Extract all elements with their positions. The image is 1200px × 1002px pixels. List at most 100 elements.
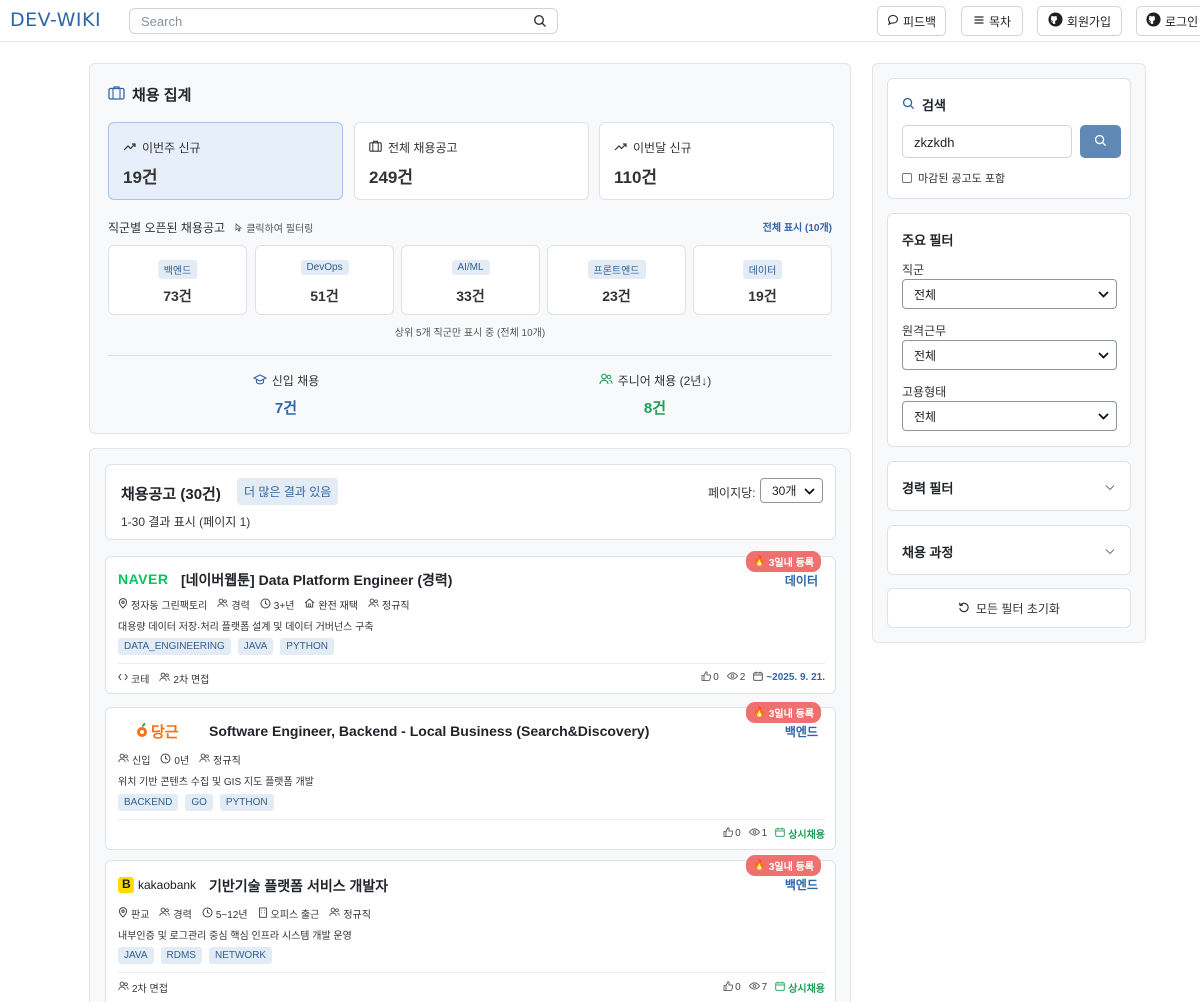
hot-badge-text: 3일내 등록 <box>768 558 814 569</box>
likes[interactable]: 0 <box>701 671 719 684</box>
job-group-card-backend[interactable]: 백엔드 73건 <box>108 245 247 315</box>
search-title: 검색 <box>902 95 946 114</box>
top-groups-note: 상위 5개 직군만 표시 중 (전체 10개) <box>394 328 546 339</box>
stat-card-weekly-new[interactable]: 이번주 신규 19건 <box>108 122 343 200</box>
process-filter-toggle[interactable]: 채용 과정 <box>887 525 1131 575</box>
job-group-badge: 프론트엔드 <box>587 260 646 279</box>
filter-hint-text: 클릭하여 필터링 <box>246 224 314 235</box>
views-count: 7 <box>761 982 768 993</box>
newbie-hiring-stat: 신입 채용 7건 <box>186 372 386 418</box>
chevron-down-icon <box>1098 287 1109 301</box>
tag[interactable]: DATA_ENGINEERING <box>118 638 231 655</box>
job-group-select[interactable]: 전체 <box>902 279 1117 309</box>
select-value: 전체 <box>914 348 937 363</box>
signup-label: 회원가입 <box>1066 14 1112 29</box>
chevron-down-icon <box>1098 409 1109 423</box>
hot-badge: 🔥 3일내 등록 <box>746 855 821 876</box>
include-closed-checkbox[interactable]: 마감된 공고도 포함 <box>902 170 1005 186</box>
sidebar-search-input[interactable]: zkzkdh <box>902 125 1072 158</box>
tag[interactable]: RDMS <box>160 947 202 964</box>
tag[interactable]: PYTHON <box>280 638 334 655</box>
stat-card-monthly-new[interactable]: 이번달 신규 110건 <box>599 122 834 200</box>
clock-icon <box>160 753 171 767</box>
users-icon <box>217 598 228 611</box>
feedback-button[interactable]: 피드백 <box>877 6 946 36</box>
tag[interactable]: NETWORK <box>208 947 273 964</box>
graduation-cap-icon <box>252 373 267 388</box>
job-stats: 0 1 상시채용 <box>723 826 825 841</box>
newbie-hiring-value: 7건 <box>274 400 298 417</box>
feedback-label: 피드백 <box>902 14 937 29</box>
divider <box>108 355 832 356</box>
thumbs-up-icon <box>723 827 734 840</box>
years-meta: 0년 <box>160 752 189 767</box>
main-filters-title: 주요 필터 <box>902 233 954 248</box>
search-box: 검색 zkzkdh 마감된 공고도 포함 <box>887 78 1131 199</box>
briefcase-icon <box>108 85 125 104</box>
login-button[interactable]: 로그인 <box>1136 6 1200 36</box>
likes[interactable]: 0 <box>723 981 741 994</box>
kakaobank-icon: B <box>118 877 134 893</box>
job-title[interactable]: [네이버웹툰] Data Platform Engineer (경력) <box>181 570 452 590</box>
company-logo-kakaobank: B kakaobank <box>118 877 196 893</box>
job-description: 대용량 데이터 저장·처리 플랫폼 설계 및 데이터 거버넌스 구축 <box>118 622 374 633</box>
global-search[interactable] <box>129 8 558 34</box>
tag[interactable]: BACKEND <box>118 794 179 811</box>
reset-filters-button[interactable]: 모든 필터 초기화 <box>887 588 1131 628</box>
job-title[interactable]: Software Engineer, Backend - Local Busin… <box>209 723 649 739</box>
coding-test-text: 코테 <box>131 675 150 686</box>
level-meta: 신입 <box>118 752 150 767</box>
results-range: 1-30 결과 표시 (페이지 1) <box>121 515 251 529</box>
company-logo-naver: NAVER <box>118 571 169 587</box>
job-group-count: 73건 <box>163 288 192 304</box>
eye-icon <box>748 828 760 839</box>
likes[interactable]: 0 <box>723 827 741 840</box>
site-logo[interactable]: DEV-WIKI <box>10 9 101 31</box>
toc-button[interactable]: 목차 <box>961 6 1023 36</box>
tag[interactable]: JAVA <box>237 638 274 655</box>
junior-hiring-value: 8건 <box>643 400 667 417</box>
job-title[interactable]: 기반기술 플랫폼 서비스 개발자 <box>209 876 388 896</box>
job-card[interactable]: 🔥 3일내 등록 B kakaobank 기반기술 플랫폼 서비스 개발자 백엔드… <box>105 855 836 1002</box>
github-icon <box>1146 12 1161 30</box>
job-group-card-ai-ml[interactable]: AI/ML 33건 <box>401 245 540 315</box>
years-meta: 5~12년 <box>202 906 248 921</box>
fire-icon: 🔥 <box>753 860 766 871</box>
remote-select[interactable]: 전체 <box>902 340 1117 370</box>
checkbox-icon[interactable] <box>902 173 912 183</box>
users-icon <box>118 753 129 766</box>
users-icon <box>329 907 340 920</box>
per-page-label: 페이지당: <box>708 486 756 500</box>
career-filter-toggle[interactable]: 경력 필터 <box>887 461 1131 511</box>
job-group-card-frontend[interactable]: 프론트엔드 23건 <box>547 245 686 315</box>
stat-card-total[interactable]: 전체 채용공고 249건 <box>354 122 589 200</box>
job-group-card-data[interactable]: 데이터 19건 <box>693 245 832 315</box>
job-card[interactable]: 🔥 3일내 등록 NAVER [네이버웹툰] Data Platform Engi… <box>105 551 836 694</box>
users-icon <box>199 753 210 766</box>
signup-button[interactable]: 회원가입 <box>1037 6 1122 36</box>
stat-value: 110건 <box>614 168 658 187</box>
search-icon[interactable] <box>533 14 547 31</box>
search-icon <box>1094 134 1107 150</box>
trending-up-icon <box>123 141 136 155</box>
job-card[interactable]: 🔥 3일내 등록 당근 Software Engineer, Backend - … <box>105 702 836 850</box>
search-submit-button[interactable] <box>1080 125 1121 158</box>
remote-text: 완전 재택 <box>318 601 358 612</box>
tag[interactable]: PYTHON <box>219 794 274 811</box>
per-page-select[interactable]: 30개 <box>760 478 823 503</box>
tag[interactable]: JAVA <box>118 947 154 964</box>
job-group-card-devops[interactable]: DevOps 51건 <box>255 245 394 315</box>
tag[interactable]: GO <box>185 794 213 811</box>
employment-meta: 정규직 <box>329 906 371 921</box>
job-footer: 코테 2차 면접 <box>118 671 209 686</box>
years-text: 3+년 <box>273 601 295 612</box>
listing-title: 채용공고 (30건) <box>121 486 221 503</box>
tag-list: BACKEND GO PYTHON <box>118 794 274 811</box>
deadline: 상시채용 <box>775 980 825 995</box>
search-input[interactable] <box>141 9 521 33</box>
coding-test-meta: 코테 <box>118 671 149 686</box>
hot-badge: 🔥 3일내 등록 <box>746 702 821 723</box>
show-all-link[interactable]: 전체 표시 (10개) <box>763 219 832 234</box>
employment-select[interactable]: 전체 <box>902 401 1117 431</box>
hot-badge: 🔥 3일내 등록 <box>746 551 821 572</box>
